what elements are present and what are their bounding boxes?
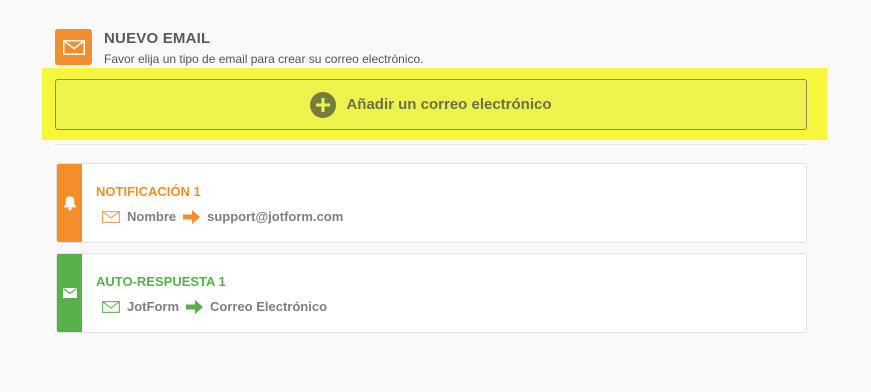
header-envelope-icon	[55, 29, 92, 65]
email-to: support@jotform.com	[207, 209, 344, 224]
add-email-button[interactable]: Añadir un correo electrónico	[55, 79, 807, 130]
envelope-icon	[102, 210, 120, 223]
page-title: NUEVO EMAIL	[104, 30, 211, 47]
bell-icon	[63, 196, 76, 211]
envelope-icon	[102, 300, 120, 313]
email-card-autoresponder[interactable]: AUTO-RESPUESTA 1 JotForm Correo Electrón…	[56, 253, 807, 333]
card-type-strip	[57, 164, 82, 242]
divider	[55, 144, 807, 145]
email-from: Nombre	[127, 209, 177, 224]
plus-circle-icon	[310, 91, 337, 118]
arrow-right-icon	[183, 209, 201, 224]
envelope-icon	[62, 288, 77, 298]
email-title: AUTO-RESPUESTA 1	[96, 274, 226, 289]
email-card-notification[interactable]: NOTIFICACIÓN 1 Nombre support@jotform.co…	[56, 163, 807, 243]
email-from: JotForm	[127, 299, 179, 314]
add-email-label: Añadir un correo electrónico	[346, 96, 552, 113]
arrow-right-icon	[186, 299, 203, 314]
email-route: Nombre support@jotform.com	[102, 209, 343, 224]
email-to: Correo Electrónico	[210, 299, 328, 314]
email-title: NOTIFICACIÓN 1	[96, 184, 201, 199]
page-subtitle: Favor elija un tipo de email para crear …	[104, 52, 424, 66]
email-route: JotForm Correo Electrónico	[102, 299, 327, 314]
card-type-strip	[57, 254, 82, 332]
